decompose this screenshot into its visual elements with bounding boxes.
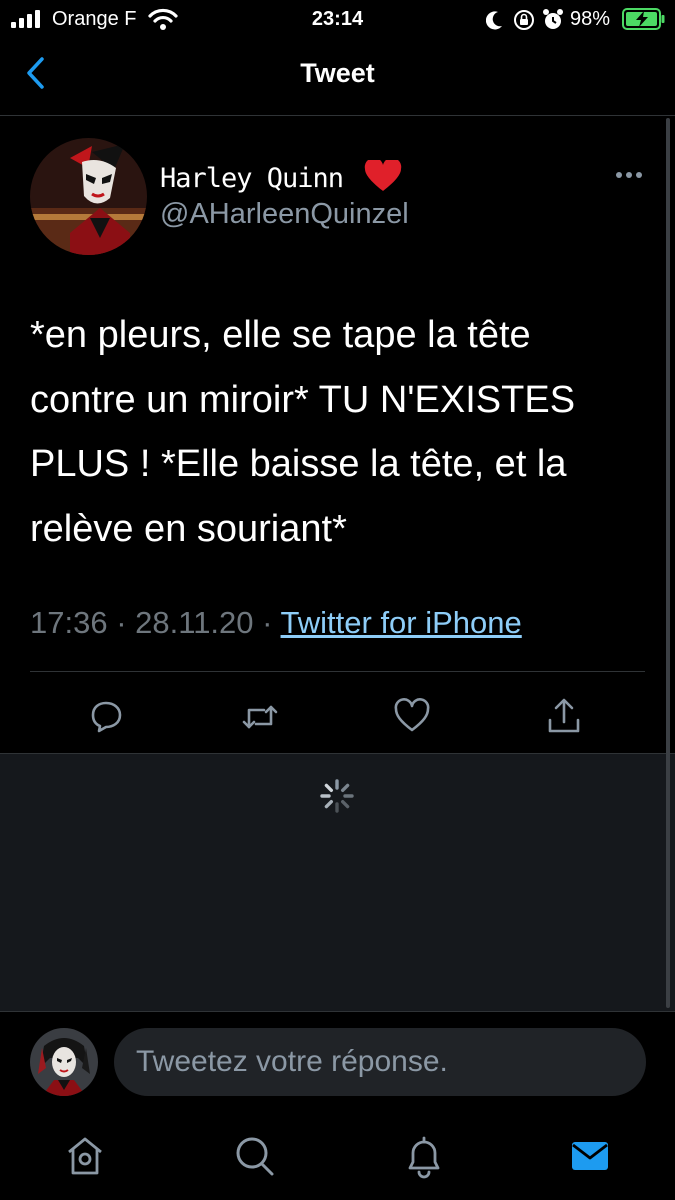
like-icon — [394, 698, 430, 732]
tab-messages[interactable] — [568, 1132, 612, 1180]
status-bar: Orange F 23:14 98% — [0, 0, 675, 40]
battery-percent: 98% — [570, 8, 611, 30]
replies-loading-area — [0, 753, 675, 1012]
share-icon — [548, 698, 580, 733]
search-icon — [236, 1137, 274, 1176]
orientation-lock-icon — [514, 10, 534, 30]
author-name-text: Harley Quinn — [160, 163, 344, 194]
ellipsis-icon — [616, 172, 642, 178]
author-handle[interactable]: @AHarleenQuinzel — [160, 198, 409, 231]
reply-input[interactable] — [114, 1028, 646, 1096]
home-icon — [68, 1137, 102, 1175]
nav-divider — [0, 115, 675, 116]
tweet-text: *en pleurs, elle se tape la tête contre … — [30, 314, 576, 550]
alarm-icon — [543, 9, 563, 29]
spinner-icon — [320, 779, 354, 813]
user-avatar-image — [30, 1028, 98, 1096]
tab-notifications[interactable] — [402, 1132, 446, 1180]
reply-divider — [0, 1011, 675, 1012]
meta-separator: · — [116, 605, 127, 640]
retweet-icon — [242, 705, 278, 729]
scrollbar[interactable] — [666, 118, 670, 1008]
user-avatar[interactable] — [30, 1028, 98, 1096]
messages-icon — [572, 1142, 608, 1170]
reply-button[interactable] — [84, 695, 128, 739]
tweet-meta: 17:36 · 28.11.20 · Twitter for iPhone — [30, 605, 522, 641]
battery-charging-icon — [622, 8, 665, 30]
retweet-button[interactable] — [238, 695, 282, 739]
meta-divider — [30, 671, 645, 672]
tab-search[interactable] — [232, 1132, 276, 1180]
tweet-date: 28.11.20 — [135, 605, 254, 640]
author-avatar-image — [30, 138, 147, 255]
reply-icon — [91, 701, 122, 733]
tab-home[interactable] — [63, 1132, 107, 1180]
more-options-button[interactable] — [612, 160, 648, 190]
author-display-name[interactable]: Harley Quinn — [160, 157, 402, 194]
like-button[interactable] — [390, 695, 434, 739]
share-button[interactable] — [542, 695, 586, 739]
tweet-time: 17:36 — [30, 605, 108, 640]
page-title: Tweet — [300, 58, 375, 88]
red-heart-icon — [365, 157, 402, 191]
author-avatar[interactable] — [30, 138, 147, 255]
notifications-icon — [408, 1136, 440, 1179]
tweet-source-link[interactable]: Twitter for iPhone — [281, 605, 522, 640]
meta-separator: · — [262, 605, 273, 640]
moon-icon — [486, 11, 502, 30]
